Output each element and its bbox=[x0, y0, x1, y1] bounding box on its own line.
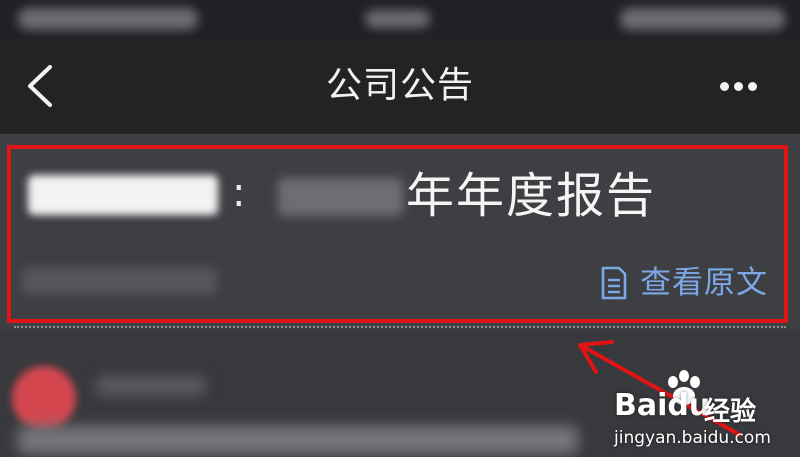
watermark-url: jingyan.baidu.com bbox=[614, 428, 771, 448]
status-bar-blurred-left bbox=[18, 8, 198, 30]
more-dot bbox=[748, 82, 757, 91]
watermark-brand: Baidu bbox=[614, 388, 710, 423]
avatar bbox=[12, 366, 76, 430]
more-dot bbox=[720, 82, 729, 91]
divider bbox=[14, 326, 786, 328]
status-bar bbox=[0, 0, 800, 38]
watermark-product: 经验 bbox=[704, 397, 757, 427]
status-bar-blurred-center bbox=[365, 10, 430, 28]
content-redacted bbox=[18, 426, 578, 454]
more-dot bbox=[734, 82, 743, 91]
annotation-highlight-box bbox=[7, 145, 788, 323]
watermark-brand-bai: Bai bbox=[614, 388, 668, 423]
more-horizontal-icon[interactable] bbox=[720, 76, 768, 96]
page-title: 公司公告 bbox=[325, 65, 474, 106]
status-bar-blurred-right bbox=[620, 8, 785, 30]
user-name-redacted bbox=[96, 376, 206, 396]
nav-bar: 公司公告 bbox=[0, 38, 800, 134]
baidu-jingyan-watermark: Baidu 经验 jingyan.baidu.com bbox=[602, 366, 800, 457]
